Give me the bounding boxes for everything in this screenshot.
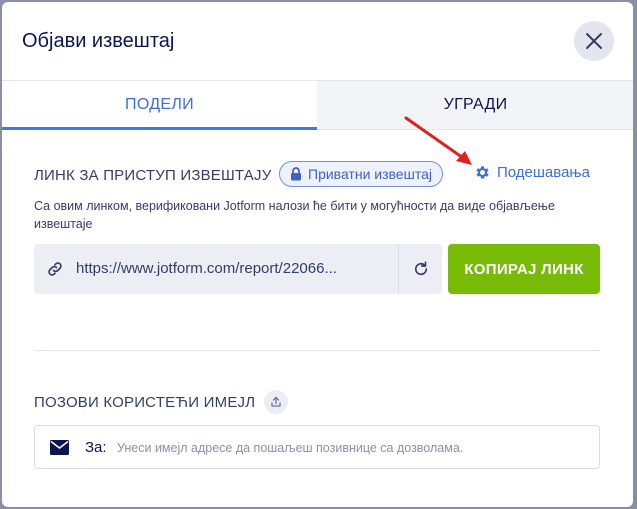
lock-icon [290,167,302,181]
to-label: За: [85,439,107,456]
email-invite-field[interactable]: За: [34,425,600,469]
dialog-title: Објави извештај [22,30,175,52]
share-button[interactable] [264,390,288,414]
publish-report-dialog: Објави извештај ПОДЕЛИ УГРАДИ ЛИНК ЗА ПР… [2,2,633,507]
copy-link-button[interactable]: КОПИРАЈ ЛИНК [448,244,600,294]
mail-icon [50,440,69,455]
tab-share[interactable]: ПОДЕЛИ [2,81,317,130]
link-section-label: ЛИНК ЗА ПРИСТУП ИЗВЕШТАЈУ [34,167,272,184]
share-icon [270,396,282,408]
dialog-header: Објави извештај [2,2,633,81]
section-divider [34,350,600,351]
close-button[interactable] [574,21,614,61]
link-icon [46,260,64,278]
report-url[interactable]: https://www.jotform.com/report/22066... [76,260,386,277]
annotation-arrow-icon [404,116,472,165]
settings-link[interactable]: Подешавања [474,164,590,181]
settings-label: Подешавања [497,164,590,181]
email-input[interactable] [115,434,589,462]
refresh-icon [412,260,430,278]
report-link-field[interactable]: https://www.jotform.com/report/22066... [34,244,442,294]
invite-section-label: ПОЗОВИ КОРИСТЕЋИ ИМЕЈЛ [34,394,256,411]
close-icon [585,32,603,50]
refresh-link-button[interactable] [399,244,442,294]
link-description: Са овим линком, верификовани Jotform нал… [34,199,555,231]
tab-bar: ПОДЕЛИ УГРАДИ [2,81,633,130]
